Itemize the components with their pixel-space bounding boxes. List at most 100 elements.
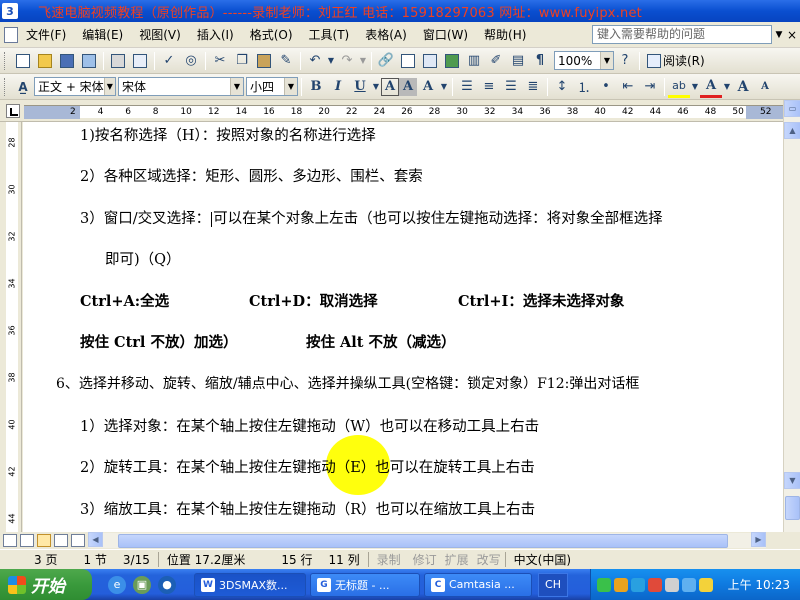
help-icon[interactable]: ? [614,50,636,72]
print-preview-icon[interactable] [129,50,151,72]
scroll-up-icon[interactable]: ▲ [784,122,800,139]
status-record[interactable]: 录制 [369,551,409,568]
status-track-changes[interactable]: 修订 [409,551,441,568]
font-color-dropdown-icon[interactable]: ▼ [722,76,732,98]
drawing-icon[interactable]: ✐ [485,50,507,72]
tray-input-icon[interactable] [665,577,679,592]
status-overtype[interactable]: 改写 [473,551,505,568]
menu-help[interactable]: 帮助(H) [476,25,534,45]
font-dropdown-icon[interactable]: ▼ [230,78,243,95]
task-untitled[interactable]: G 无标题 - ... [310,572,420,597]
undo-icon[interactable]: ↶ [304,50,326,72]
tray-antivirus-icon[interactable] [648,577,662,592]
ruler-toggle-icon[interactable]: ▭ [784,100,800,117]
bold-icon[interactable]: B [305,76,327,98]
show-desktop-icon[interactable]: ▣ [133,575,151,594]
menu-format[interactable]: 格式(O) [242,25,301,45]
print-view-icon[interactable] [37,534,51,547]
italic-icon[interactable]: I [327,76,349,98]
line-spacing-icon[interactable]: ↕ [551,76,573,98]
align-right-icon[interactable]: ☰ [500,76,522,98]
start-button[interactable]: 开始 [0,569,92,600]
font-size-dropdown-icon[interactable]: ▼ [284,78,297,95]
redo-dropdown-icon[interactable]: ▼ [358,50,368,72]
scroll-left-icon[interactable]: ◀ [88,532,103,547]
underline-icon[interactable]: U [349,76,371,98]
task-camtasia[interactable]: C Camtasia ... [424,572,532,597]
char-scale-icon[interactable]: A [417,76,439,98]
menu-tools[interactable]: 工具(T) [301,25,358,45]
vertical-scrollbar[interactable]: ▭ ▲ ▼ [783,100,800,532]
format-painter-icon[interactable]: ✎ [275,50,297,72]
scroll-thumb[interactable] [785,496,800,520]
tables-borders-icon[interactable] [397,50,419,72]
show-hide-icon[interactable]: ¶ [529,50,551,72]
paste-icon[interactable] [253,50,275,72]
open-folder-icon[interactable] [34,50,56,72]
document-icon[interactable] [4,26,18,43]
font-size-select[interactable]: 小四 ▼ [246,77,298,96]
tray-camtasia-icon[interactable] [699,577,713,592]
web-view-icon[interactable] [20,534,34,547]
document-map-icon[interactable]: ▤ [507,50,529,72]
columns-icon[interactable]: ▥ [463,50,485,72]
task-3dsmax[interactable]: W 3DSMAX数... [194,572,306,597]
toolbar-grip[interactable] [4,77,8,96]
media-player-icon[interactable]: ● [158,575,176,594]
undo-dropdown-icon[interactable]: ▼ [326,50,336,72]
permission-icon[interactable] [78,50,100,72]
tray-volume-icon[interactable] [682,577,696,592]
font-select[interactable]: 宋体 ▼ [118,77,244,96]
style-dropdown-icon[interactable]: ▼ [103,78,115,95]
font-color-icon[interactable]: A [700,76,722,98]
highlight-dropdown-icon[interactable]: ▼ [690,76,700,98]
horizontal-scroll-thumb[interactable] [118,534,728,548]
new-document-icon[interactable] [12,50,34,72]
menu-file[interactable]: 文件(F) [18,25,74,45]
menu-view[interactable]: 视图(V) [131,25,189,45]
outline-view-icon[interactable] [54,534,68,547]
research-icon[interactable]: ◎ [180,50,202,72]
reading-view-icon[interactable] [71,534,85,547]
distributed-icon[interactable]: ≣ [522,76,544,98]
close-document-button[interactable]: × [786,27,798,43]
insert-excel-icon[interactable] [441,50,463,72]
bullets-icon[interactable]: • [595,76,617,98]
scroll-down-icon[interactable]: ▼ [784,472,800,489]
help-search-input[interactable]: 键入需要帮助的问题 [592,25,772,44]
tab-selector[interactable] [6,104,20,118]
print-icon[interactable] [107,50,129,72]
zoom-select[interactable]: 100% ▼ [554,51,614,70]
horizontal-scrollbar[interactable]: ◀ ▶ [88,532,766,548]
char-shading-icon[interactable]: A [399,77,417,96]
toolbar-grip[interactable] [4,51,8,70]
char-border-icon[interactable]: A [381,77,399,96]
ruler-track[interactable]: 2 4 6 8 10 12 14 16 18 20 22 24 26 28 30 32 34 36 38 40 42 44… [24,105,784,119]
redo-icon[interactable]: ↷ [336,50,358,72]
read-button[interactable]: 阅读(R) [643,52,709,69]
normal-view-icon[interactable] [3,534,17,547]
copy-icon[interactable]: ❐ [231,50,253,72]
tray-network-icon[interactable] [597,577,611,592]
styles-pane-icon[interactable]: A̲ [12,76,34,98]
increase-indent-icon[interactable]: ⇥ [639,76,661,98]
cut-icon[interactable]: ✂ [209,50,231,72]
underline-dropdown-icon[interactable]: ▼ [371,76,381,98]
save-icon[interactable] [56,50,78,72]
highlight-icon[interactable]: ab [668,76,690,98]
shrink-font-icon[interactable]: A [754,76,776,98]
app-icon[interactable]: 3 [2,3,18,19]
grow-font-icon[interactable]: A [732,76,754,98]
decrease-indent-icon[interactable]: ⇤ [617,76,639,98]
numbering-icon[interactable]: ⒈ [573,76,595,98]
menu-edit[interactable]: 编辑(E) [74,25,131,45]
zoom-dropdown-icon[interactable]: ▼ [600,52,613,69]
menu-window[interactable]: 窗口(W) [415,25,476,45]
menu-insert[interactable]: 插入(I) [189,25,242,45]
insert-table-icon[interactable] [419,50,441,72]
align-justify-icon[interactable]: ☰ [456,76,478,98]
ie-icon[interactable]: e [108,575,126,594]
scroll-right-icon[interactable]: ▶ [751,532,766,547]
spelling-icon[interactable]: ✓ [158,50,180,72]
char-scale-dropdown-icon[interactable]: ▼ [439,76,449,98]
